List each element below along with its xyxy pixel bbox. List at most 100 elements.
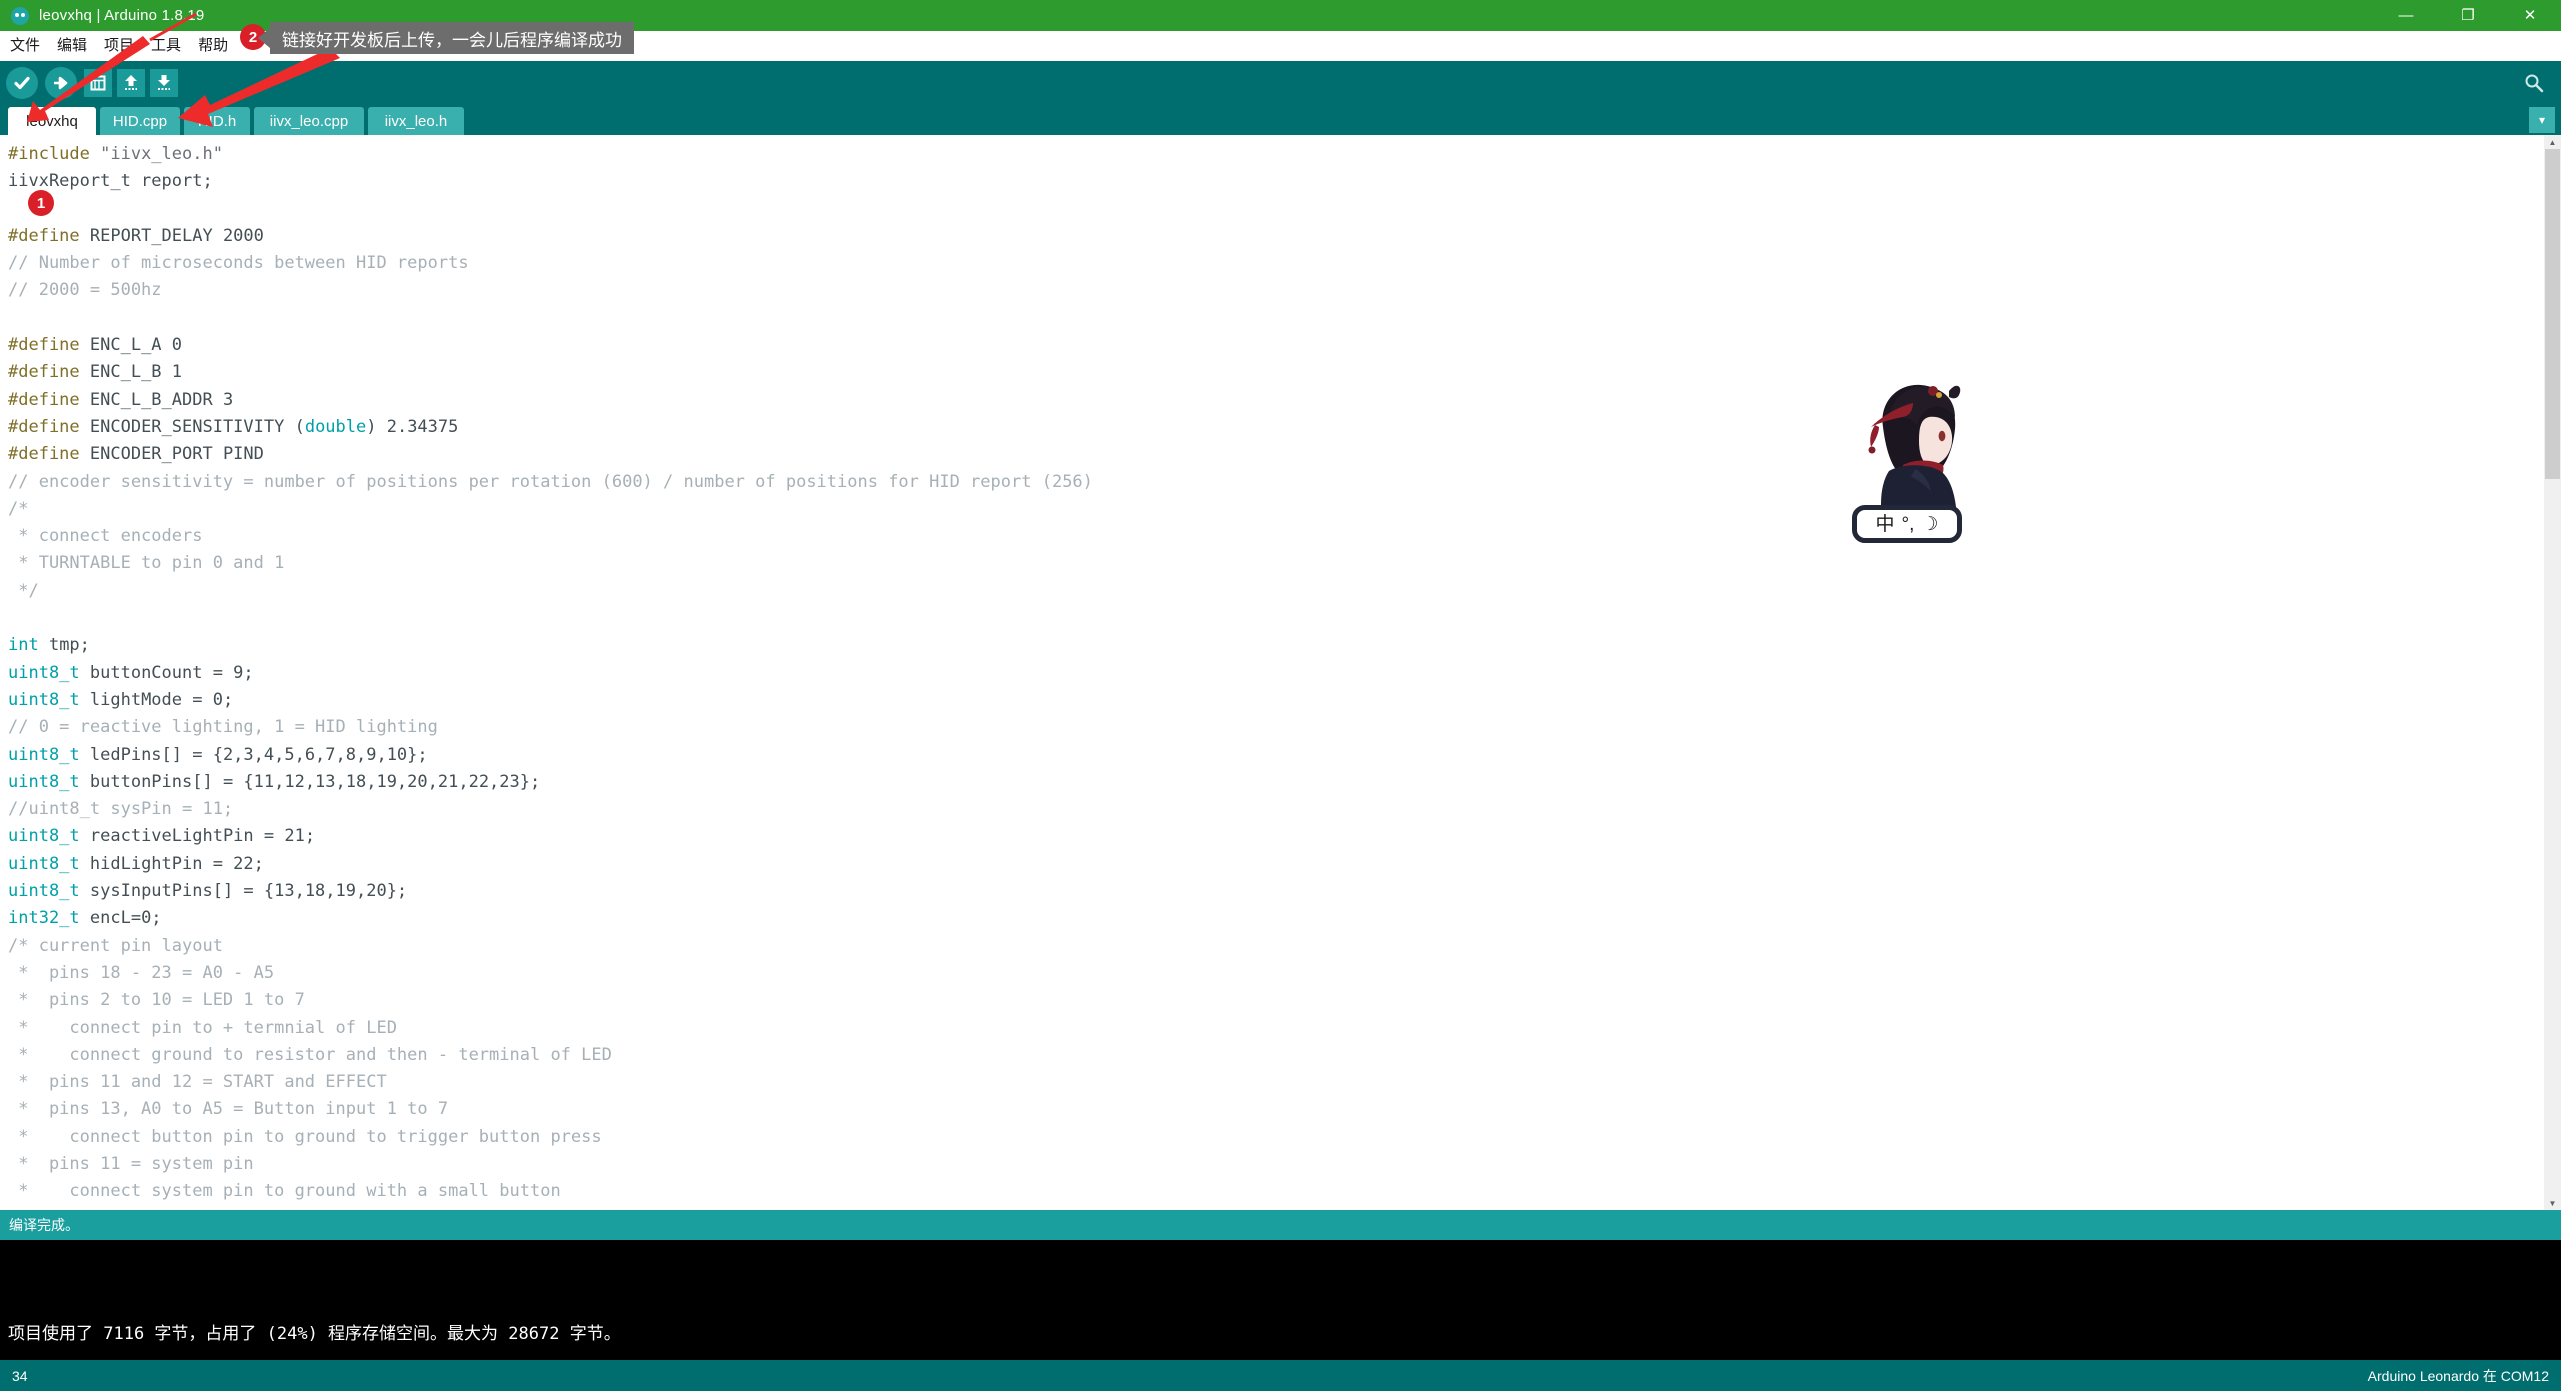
arrow-down-icon — [150, 69, 178, 97]
arrow-up-icon — [117, 69, 145, 97]
ime-mode-moon-icon[interactable]: ☽ — [1921, 515, 1938, 534]
scroll-up-icon[interactable]: ▲ — [2545, 135, 2560, 149]
code-token: * connect system pin to ground with a sm… — [8, 1181, 561, 1202]
annotation-badge-1: 1 — [28, 190, 54, 216]
ime-mode-punctuation[interactable]: °, — [1902, 515, 1915, 534]
code-line: * connect system pin to ground with a sm… — [8, 1178, 2541, 1205]
code-line: // Number of microseconds between HID re… — [8, 250, 2541, 277]
code-line: uint8_t lightMode = 0; — [8, 687, 2541, 714]
code-token: uint8_t — [8, 826, 80, 847]
arduino-ide-window: leovxhq | Arduino 1.8.19 — ❐ ✕ 文件 编辑 项目 … — [0, 0, 2561, 1391]
menu-help[interactable]: 帮助 — [191, 31, 235, 61]
scroll-down-icon[interactable]: ▼ — [2545, 1196, 2560, 1210]
code-token: uint8_t — [8, 771, 80, 792]
code-line: * pins 11 = system pin — [8, 1151, 2541, 1178]
close-button[interactable]: ✕ — [2499, 0, 2561, 31]
code-token: #define — [8, 335, 90, 356]
code-line: * TURNTABLE to pin 0 and 1 — [8, 550, 2541, 577]
code-token: * connect ground to resistor and then - … — [8, 1044, 612, 1065]
new-sketch-button[interactable] — [84, 67, 116, 99]
code-token: ENCODER_PORT PIND — [89, 444, 264, 465]
arduino-logo-icon — [11, 6, 29, 25]
code-line: // 2000 = 500hz — [8, 277, 2541, 304]
open-sketch-button[interactable] — [117, 67, 149, 99]
code-line: // 0 = reactive lighting, 1 = HID lighti… — [8, 714, 2541, 741]
code-token: /* — [8, 498, 29, 519]
code-token: double — [304, 416, 367, 437]
code-token: buttonCount = 9; — [79, 662, 254, 683]
tab-leovxhq[interactable]: leovxhq — [8, 107, 96, 135]
toolbar — [0, 61, 2561, 105]
code-token: ENCODER_SENSITIVITY ( — [89, 416, 305, 437]
scrollbar-thumb[interactable] — [2545, 149, 2560, 479]
code-text: #include "iivx_leo.h" iivxReport_t report… — [8, 141, 2541, 1210]
code-token: // 2000 = 500hz — [8, 280, 162, 301]
code-line: uint8_t buttonCount = 9; — [8, 660, 2541, 687]
code-line: uint8_t reactiveLightPin = 21; — [8, 823, 2541, 850]
code-line: * connect encoders — [8, 523, 2541, 550]
code-token: ENC_L_A 0 — [89, 335, 183, 356]
ime-mode-chinese[interactable]: 中 — [1876, 515, 1895, 534]
code-token: ENC_L_B_ADDR 3 — [89, 389, 234, 410]
menu-tools[interactable]: 工具 — [144, 31, 188, 61]
code-line: * pins 18 - 23 = A0 - A5 — [8, 960, 2541, 987]
code-token: sysInputPins[] = {13,18,19,20}; — [79, 881, 408, 902]
code-line: */ — [8, 578, 2541, 605]
tab-iivx-leo-cpp[interactable]: iivx_leo.cpp — [254, 107, 364, 135]
upload-button[interactable] — [45, 67, 77, 99]
code-token: encL=0; — [79, 908, 162, 929]
save-sketch-button[interactable] — [150, 67, 182, 99]
editor-scrollbar[interactable]: ▲ ▼ — [2544, 135, 2561, 1210]
code-token: * pins 11 = system pin — [8, 1153, 254, 1174]
code-editor[interactable]: #include "iivx_leo.h" iivxReport_t report… — [0, 135, 2561, 1210]
code-token: * pins 18 - 23 = A0 - A5 — [8, 962, 275, 983]
code-line: // encoder sensitivity = number of posit… — [8, 469, 2541, 496]
code-token: uint8_t — [8, 881, 80, 902]
menu-file[interactable]: 文件 — [3, 31, 47, 61]
maximize-button[interactable]: ❐ — [2437, 0, 2499, 31]
code-token: #define — [8, 362, 90, 383]
code-token: #include — [8, 144, 101, 164]
code-line: int tmp; — [8, 632, 2541, 659]
console-line-program-storage: 项目使用了 7116 字节，占用了 (24%) 程序存储空间。最大为 28672… — [8, 1324, 621, 1344]
code-line: * pins 2 to 10 = LED 1 to 7 — [8, 987, 2541, 1014]
code-line: int32_t encL=0; — [8, 905, 2541, 932]
code-token: //uint8_t sysPin = 11; — [8, 799, 234, 820]
chevron-down-icon[interactable]: ▾ — [2529, 107, 2555, 133]
code-line: iivxReport_t report; — [8, 168, 2541, 195]
code-line: #define ENC_L_B 1 — [8, 359, 2541, 386]
board-port-indicator: Arduino Leonardo 在 COM12 — [2367, 1367, 2549, 1384]
code-token: uint8_t — [8, 662, 80, 683]
menu-sketch[interactable]: 项目 — [97, 31, 141, 61]
new-file-icon — [84, 69, 112, 97]
code-token: #define — [8, 225, 90, 246]
tab-bar: leovxhq HID.cpp HID.h iivx_leo.cpp iivx_… — [0, 105, 2561, 135]
code-line: * pins 11 and 12 = START and EFFECT — [8, 1069, 2541, 1096]
code-token: /* current pin layout — [8, 935, 223, 956]
code-token: * connect encoders — [8, 526, 203, 547]
magnifier-icon — [2525, 74, 2544, 93]
code-token: tmp; — [38, 635, 90, 656]
status-bar: 34 Arduino Leonardo 在 COM12 — [0, 1360, 2561, 1391]
minimize-button[interactable]: — — [2375, 0, 2437, 31]
code-token: uint8_t — [8, 744, 80, 765]
tab-hid-h[interactable]: HID.h — [184, 107, 250, 135]
check-icon — [6, 67, 38, 99]
tab-iivx-leo-h[interactable]: iivx_leo.h — [368, 107, 464, 135]
code-token: uint8_t — [8, 853, 80, 874]
tab-hid-cpp[interactable]: HID.cpp — [100, 107, 180, 135]
code-token: * connect pin to + termnial of LED — [8, 1017, 397, 1038]
compile-status-text: 编译完成。 — [9, 1217, 79, 1233]
menu-edit[interactable]: 编辑 — [50, 31, 94, 61]
serial-monitor-button[interactable] — [2521, 70, 2547, 96]
code-line: uint8_t buttonPins[] = {11,12,13,18,19,2… — [8, 769, 2541, 796]
ime-status-bar[interactable]: 中 °, ☽ — [1852, 505, 1962, 543]
annotation-tooltip-text: 链接好开发板后上传，一会儿后程序编译成功 — [282, 30, 622, 50]
console-output[interactable]: 项目使用了 7116 字节，占用了 (24%) 程序存储空间。最大为 28672… — [0, 1240, 2561, 1360]
code-line: #define ENCODER_SENSITIVITY (double) 2.3… — [8, 414, 2541, 441]
code-line: #define ENC_L_B_ADDR 3 — [8, 387, 2541, 414]
verify-compile-button[interactable] — [6, 67, 38, 99]
code-line: /* — [8, 496, 2541, 523]
